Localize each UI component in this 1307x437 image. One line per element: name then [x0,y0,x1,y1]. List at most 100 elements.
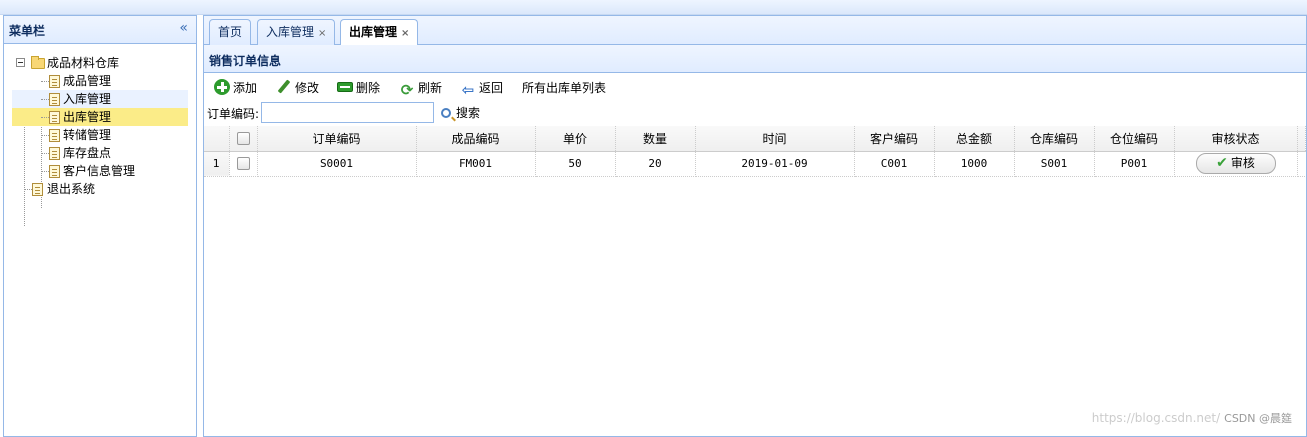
all-outbound-list-button[interactable]: 所有出库单列表 [522,78,606,98]
tab-label: 出库管理 [349,25,398,39]
search-row: 订单编码: 搜索 [204,101,1307,125]
column-header[interactable]: 单价 [535,126,616,152]
sidebar-header: 菜单栏 « [4,16,196,44]
refresh-icon: ⟳ [400,81,414,99]
order-code-label: 订单编码: [207,107,260,121]
file-icon [32,183,43,196]
tab-home[interactable]: 首页 [209,19,252,45]
tree-node-root[interactable]: 成品材料仓库 [4,54,196,72]
edit-label: 修改 [295,81,320,95]
pencil-icon [276,79,292,95]
file-icon [49,129,60,142]
order-code-input[interactable] [261,102,434,123]
add-label: 添加 [233,81,258,95]
tree-node-label: 成品材料仓库 [47,56,120,70]
watermark-url: https://blog.csdn.net/ [1091,411,1221,425]
column-header[interactable]: 客户编码 [854,126,935,152]
search-icon [441,108,451,118]
sidebar-title: 菜单栏 [9,24,46,38]
tree-node-product-mgmt[interactable]: 成品管理 [4,72,196,90]
order-grid: 订单编码 成品编码 单价 数量 时间 客户编码 总金额 仓库编码 仓位编码 审核… [204,126,1307,177]
back-button[interactable]: ⇦ 返回 [460,78,503,98]
sidebar-menu: 菜单栏 « 成品材料仓库 成品管理 入库管理 出库管理 转储管理 库存盘点 客户… [3,15,197,437]
cell-quantity: 20 [615,151,696,177]
tree-node-stocktake[interactable]: 库存盘点 [4,144,196,162]
refresh-button[interactable]: ⟳ 刷新 [399,78,442,98]
tree-node-exit[interactable]: 退出系统 [4,180,196,198]
list-label: 所有出库单列表 [522,81,607,95]
row-number: 1 [204,151,230,177]
column-header[interactable]: 时间 [695,126,855,152]
tree-node-label: 转储管理 [63,128,112,142]
tree-node-outbound-mgmt[interactable]: 出库管理 [4,108,196,126]
tree-node-customer-mgmt[interactable]: 客户信息管理 [4,162,196,180]
table-header-row: 订单编码 成品编码 单价 数量 时间 客户编码 总金额 仓库编码 仓位编码 审核… [204,126,1306,152]
cell-product-code: FM001 [416,151,536,177]
column-header[interactable]: 仓库编码 [1014,126,1095,152]
column-header[interactable]: 成品编码 [416,126,536,152]
cell-time: 2019-01-09 [695,151,855,177]
main-area: 首页 入库管理 × 出库管理 × 销售订单信息 添加 修改 删除 ⟳ 刷新 ⇦ … [203,15,1307,437]
file-icon [49,75,60,88]
delete-button[interactable]: 删除 [337,78,380,98]
select-all-cell [229,126,258,152]
cell-location-code: P001 [1094,151,1175,177]
collapse-double-chevron-left-icon[interactable]: « [179,20,188,36]
tab-label: 首页 [218,25,243,39]
select-all-checkbox[interactable] [236,132,250,146]
edit-button[interactable]: 修改 [276,78,319,98]
tree-node-transfer-mgmt[interactable]: 转储管理 [4,126,196,144]
panel-title: 销售订单信息 [209,54,282,68]
checkmark-icon: ✔ [1216,155,1228,171]
tree-node-inbound-mgmt[interactable]: 入库管理 [4,90,196,108]
column-header[interactable]: 订单编码 [257,126,417,152]
row-select-cell [229,151,258,177]
add-icon [214,79,230,95]
tab-bar: 首页 入库管理 × 出库管理 × [203,15,1307,46]
outbound-panel: 销售订单信息 添加 修改 删除 ⟳ 刷新 ⇦ 返回 所有出库单列表 订单编码: [203,45,1307,437]
toolbar: 添加 修改 删除 ⟳ 刷新 ⇦ 返回 所有出库单列表 [204,76,1307,100]
back-arrow-icon: ⇦ [461,81,475,99]
collapse-toggle-icon[interactable] [16,58,25,67]
menu-tree: 成品材料仓库 成品管理 入库管理 出库管理 转储管理 库存盘点 客户信息管理 退… [4,44,196,226]
file-icon [49,111,60,124]
cell-total: 1000 [934,151,1015,177]
audit-label: 审核 [1230,156,1255,170]
add-button[interactable]: 添加 [214,78,257,98]
file-icon [49,147,60,160]
tree-node-label: 入库管理 [63,92,112,106]
folder-open-icon [31,56,45,69]
rownum-header [204,126,230,152]
tree-node-label: 出库管理 [63,108,116,126]
cell-customer-code: C001 [854,151,935,177]
column-header[interactable]: 审核状态 [1174,126,1298,152]
tab-inbound[interactable]: 入库管理 × [257,19,336,45]
cell-price: 50 [535,151,616,177]
cell-audit-status: ✔ 审核 [1174,151,1298,177]
tab-label: 入库管理 [266,25,315,39]
column-header[interactable]: 总金额 [934,126,1015,152]
tree-node-label: 客户信息管理 [63,164,136,178]
cell-order-code: S0001 [257,151,417,177]
tab-outbound[interactable]: 出库管理 × [340,19,419,46]
column-header[interactable]: 仓位编码 [1094,126,1175,152]
watermark: https://blog.csdn.net/CSDN @晨筵 [1092,410,1292,426]
table-row[interactable]: 1 S0001 FM001 50 20 2019-01-09 C001 1000… [204,151,1305,177]
row-checkbox[interactable] [236,157,250,171]
file-icon [49,165,60,178]
tree-node-label: 库存盘点 [63,146,112,160]
delete-label: 删除 [356,81,381,95]
tree-node-label: 退出系统 [47,182,96,196]
refresh-label: 刷新 [418,81,443,95]
search-button[interactable]: 搜索 [441,103,480,123]
close-icon[interactable]: × [401,28,409,39]
search-label: 搜索 [456,106,481,120]
panel-header: 销售订单信息 [204,45,1306,73]
file-icon [49,93,60,106]
back-label: 返回 [479,81,504,95]
top-banner [0,0,1307,15]
column-header[interactable]: 数量 [615,126,696,152]
audit-button[interactable]: ✔ 审核 [1195,153,1276,174]
cell-warehouse-code: S001 [1014,151,1095,177]
close-icon[interactable]: × [318,28,326,39]
